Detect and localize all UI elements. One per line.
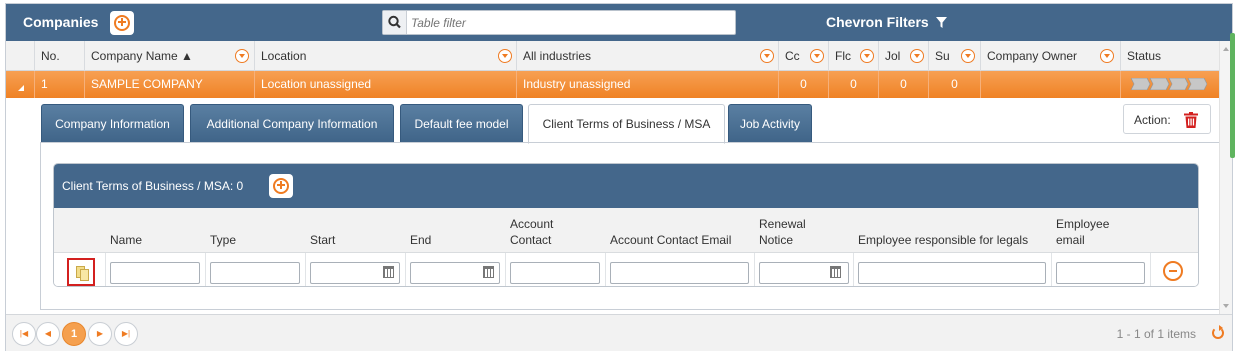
table-row[interactable]: 1 SAMPLE COMPANY Location unassigned Ind… xyxy=(6,71,1232,98)
refresh-icon[interactable] xyxy=(1212,325,1224,339)
col-account-contact: Account Contact xyxy=(510,217,554,247)
first-page-button[interactable]: |◀ xyxy=(12,322,36,346)
col-status[interactable]: Status xyxy=(1120,41,1219,71)
next-page-button[interactable]: ▶ xyxy=(88,322,112,346)
pager-info: 1 - 1 of 1 items xyxy=(1116,327,1196,341)
grid-header: Companies Chevron Filters xyxy=(6,4,1232,41)
column-header-row: No. Company Name ▲ Location All industri… xyxy=(6,41,1232,71)
col-renewal-notice: Renewal Notice xyxy=(759,217,806,247)
chevron-filters-label: Chevron Filters xyxy=(826,14,929,30)
plus-circle-icon xyxy=(114,15,130,31)
calendar-icon[interactable] xyxy=(483,266,494,278)
remove-row-button[interactable] xyxy=(1163,261,1183,281)
row-no: 1 xyxy=(34,71,84,98)
table-filter xyxy=(382,10,736,35)
scroll-up-icon[interactable] xyxy=(1223,47,1229,51)
tab-company-information[interactable]: Company Information xyxy=(41,104,184,143)
row-owner xyxy=(980,71,1120,98)
name-field[interactable] xyxy=(110,262,200,284)
col-type: Type xyxy=(210,233,237,247)
account-contact-email-field[interactable] xyxy=(610,262,749,284)
tab-client-terms-of-business[interactable]: Client Terms of Business / MSA xyxy=(528,104,725,144)
search-icon xyxy=(383,11,407,34)
action-label: Action: xyxy=(1134,113,1171,127)
funnel-icon xyxy=(935,17,947,28)
scroll-down-icon[interactable] xyxy=(1223,304,1229,308)
row-cc: 0 xyxy=(778,71,828,98)
col-account-contact-email: Account Contact Email xyxy=(610,233,732,247)
employee-email-field[interactable] xyxy=(1056,262,1145,284)
col-industries[interactable]: All industries xyxy=(516,41,778,71)
row-location: Location unassigned xyxy=(254,71,516,98)
col-name: Name xyxy=(110,233,143,247)
account-contact-field[interactable] xyxy=(510,262,600,284)
filter-jol-icon[interactable] xyxy=(910,49,924,63)
client-terms-grid: Client Terms of Business / MSA: 0 Name T… xyxy=(53,163,1199,287)
client-terms-header: Client Terms of Business / MSA: 0 xyxy=(54,164,1198,208)
type-field[interactable] xyxy=(210,262,300,284)
companies-grid: Companies Chevron Filters No. Company Na… xyxy=(5,3,1233,351)
filter-cc-icon[interactable] xyxy=(810,49,824,63)
trash-icon xyxy=(1184,112,1198,128)
col-start: Start xyxy=(310,233,336,247)
tab-additional-company-information[interactable]: Additional Company Information xyxy=(190,104,394,143)
prev-page-button[interactable]: ◀ xyxy=(36,322,60,346)
expand-column-header xyxy=(6,41,34,71)
row-su: 0 xyxy=(928,71,980,98)
row-status xyxy=(1120,71,1219,98)
client-terms-new-row xyxy=(54,253,1198,286)
employee-responsible-field[interactable] xyxy=(858,262,1046,284)
copy-documents-button[interactable] xyxy=(67,258,95,286)
filter-su-icon[interactable] xyxy=(961,49,975,63)
filter-flc-icon[interactable] xyxy=(860,49,874,63)
calendar-icon[interactable] xyxy=(383,266,394,278)
col-location[interactable]: Location xyxy=(254,41,516,71)
chevron-filters-button[interactable]: Chevron Filters xyxy=(826,14,947,30)
last-page-button[interactable]: ▶| xyxy=(114,322,138,346)
row-industry: Industry unassigned xyxy=(516,71,778,98)
client-terms-title: Client Terms of Business / MSA: 0 xyxy=(62,179,244,193)
plus-circle-icon xyxy=(273,178,289,194)
tab-default-fee-model[interactable]: Default fee model xyxy=(400,104,523,143)
col-company-name[interactable]: Company Name ▲ xyxy=(84,41,254,71)
action-button[interactable]: Action: xyxy=(1123,104,1211,134)
col-employee-responsible: Employee responsible for legals xyxy=(858,233,1029,247)
col-company-owner[interactable]: Company Owner xyxy=(980,41,1120,71)
col-end: End xyxy=(410,233,432,247)
row-flc: 0 xyxy=(828,71,878,98)
client-terms-column-header: Name Type Start End Account Contact Acco… xyxy=(54,208,1198,253)
filter-location-icon[interactable] xyxy=(498,49,512,63)
status-chevrons-icon xyxy=(1130,77,1208,91)
add-client-terms-button[interactable] xyxy=(269,174,293,198)
pager: |◀ ◀ 1 ▶ ▶| 1 - 1 of 1 items xyxy=(6,314,1232,351)
add-company-button[interactable] xyxy=(110,11,134,35)
col-employee-email: Employee email xyxy=(1056,217,1110,247)
calendar-icon[interactable] xyxy=(830,266,841,278)
row-company-name: SAMPLE COMPANY xyxy=(84,71,254,98)
collapse-arrow-icon xyxy=(18,85,24,91)
grid-title: Companies xyxy=(23,14,99,30)
filter-company-name-icon[interactable] xyxy=(235,49,249,63)
row-jol: 0 xyxy=(878,71,928,98)
row-expand-toggle[interactable] xyxy=(6,71,34,98)
col-no[interactable]: No. xyxy=(34,41,84,71)
table-filter-input[interactable] xyxy=(409,12,729,33)
tab-job-activity[interactable]: Job Activity xyxy=(728,104,812,143)
filter-owner-icon[interactable] xyxy=(1100,49,1114,63)
side-indicator xyxy=(1230,33,1235,158)
filter-industries-icon[interactable] xyxy=(760,49,774,63)
page-number-current[interactable]: 1 xyxy=(62,322,86,346)
